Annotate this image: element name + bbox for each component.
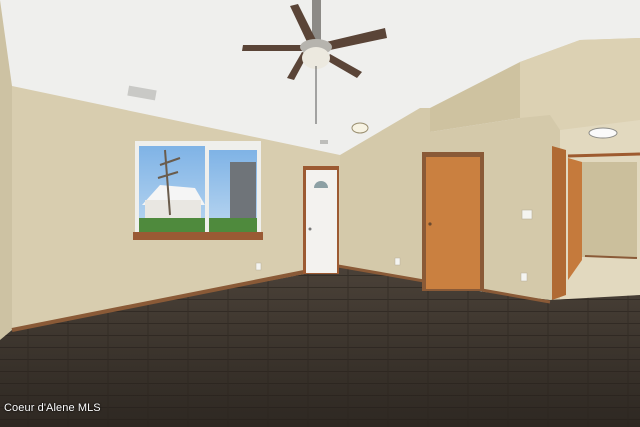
watermark-text: Coeur d'Alene MLS xyxy=(4,402,101,414)
room-photo: Coeur d'Alene MLS xyxy=(0,0,640,427)
closet-door xyxy=(422,152,484,291)
room-illustration xyxy=(0,0,640,427)
hallway xyxy=(552,120,640,300)
entry-door xyxy=(303,166,339,274)
window xyxy=(133,141,263,240)
